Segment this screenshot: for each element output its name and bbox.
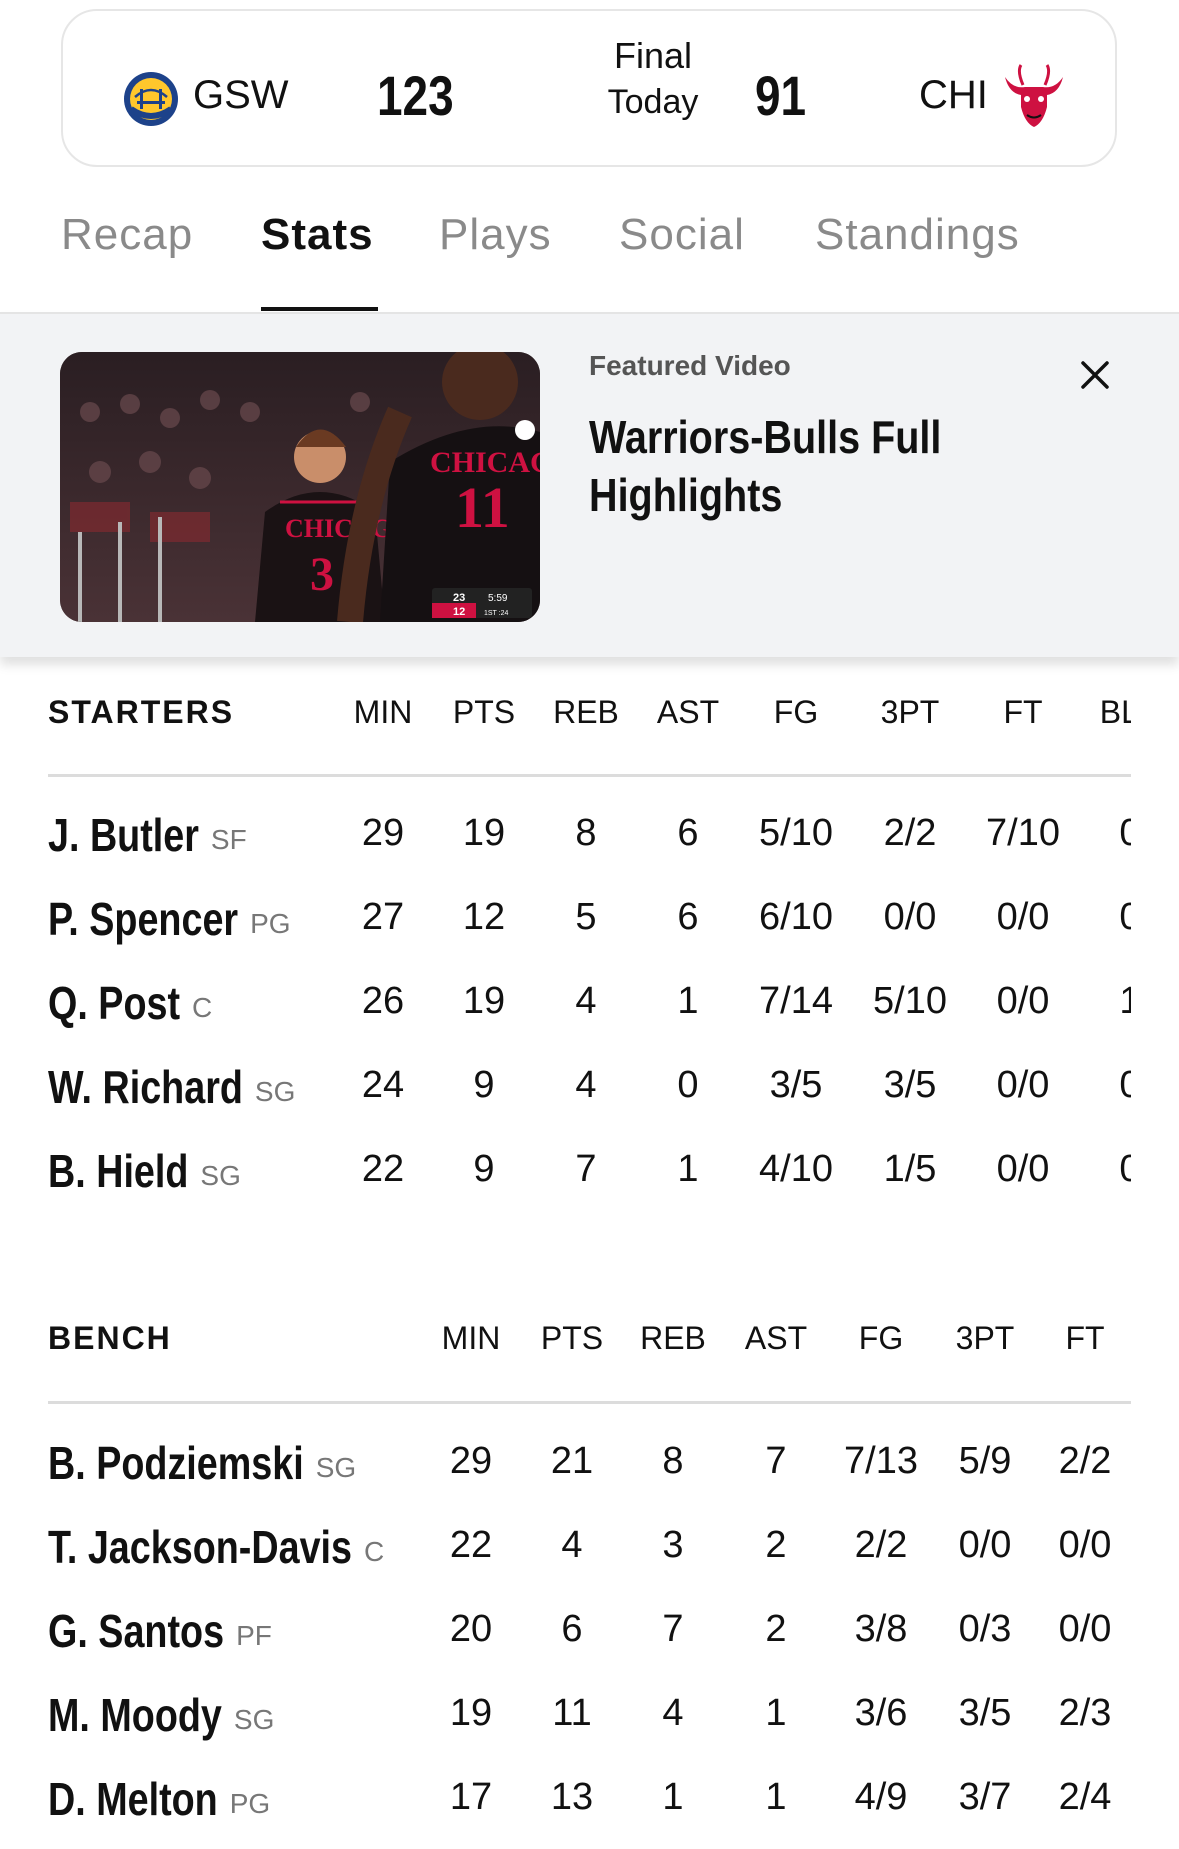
stat-ft: 0/0 <box>996 1064 1050 1106</box>
stat-fg: 3/8 <box>854 1608 908 1650</box>
stat-blk: 0 <box>1119 812 1131 854</box>
stat-ast: 6 <box>677 896 699 938</box>
starters-heading: STARTERS <box>48 694 235 730</box>
stat-fg: 3/6 <box>854 1692 908 1734</box>
stat-blk: 1 <box>1119 980 1131 1022</box>
stat-3pt: 5/10 <box>873 980 947 1022</box>
player-position: SF <box>210 824 247 855</box>
stat-ast: 0 <box>677 1064 699 1106</box>
stat-3pt: 3/5 <box>883 1064 937 1106</box>
stat-reb: 7 <box>662 1608 684 1650</box>
stat-fg: 7/13 <box>844 1440 918 1482</box>
stat-blk: 0 <box>1119 1148 1131 1190</box>
stat-fg: 4/9 <box>854 1776 908 1818</box>
stat-ft: 2/4 <box>1058 1776 1112 1818</box>
player-position: C <box>364 1536 385 1567</box>
starters-divider <box>48 774 1131 777</box>
stat-blk: 0 <box>1119 1064 1131 1106</box>
stat-ast: 1 <box>677 980 699 1022</box>
box-score: STARTERS MINPTSREBASTFG3PTFTBLK J. Butle… <box>0 0 1131 1849</box>
stat-ast: 7 <box>765 1440 787 1482</box>
stat-reb: 4 <box>662 1692 684 1734</box>
bench-col-ft[interactable]: FT <box>1025 1320 1131 1357</box>
starters-col-blk[interactable]: BLK <box>1070 694 1131 731</box>
player-name[interactable]: P. Spencer <box>48 892 238 946</box>
stat-ast: 6 <box>677 812 699 854</box>
stat-ft: 0/0 <box>1058 1524 1112 1566</box>
stat-blk: 0 <box>1119 896 1131 938</box>
stat-3pt: 0/0 <box>883 896 937 938</box>
stat-ft: 2/3 <box>1058 1692 1112 1734</box>
stat-reb: 8 <box>662 1440 684 1482</box>
player-name[interactable]: B. Podziemski <box>48 1436 304 1490</box>
stat-fg: 5/10 <box>759 812 833 854</box>
stat-reb: 1 <box>662 1776 684 1818</box>
stat-ast: 2 <box>765 1608 787 1650</box>
player-position: PF <box>236 1620 272 1651</box>
stat-ft: 2/2 <box>1058 1440 1112 1482</box>
player-name[interactable]: T. Jackson-Davis <box>48 1520 352 1574</box>
stat-fg: 7/14 <box>759 980 833 1022</box>
player-position: PG <box>250 908 291 939</box>
stat-fg: 3/5 <box>769 1064 823 1106</box>
player-name[interactable]: J. Butler <box>48 808 199 862</box>
stat-ast: 2 <box>765 1524 787 1566</box>
stat-3pt: 1/5 <box>883 1148 937 1190</box>
player-name[interactable]: D. Melton <box>48 1772 218 1826</box>
stat-reb: 3 <box>662 1524 684 1566</box>
stat-fg: 4/10 <box>759 1148 833 1190</box>
stat-ast: 1 <box>765 1692 787 1734</box>
player-name[interactable]: B. Hield <box>48 1144 188 1198</box>
stat-ast: 1 <box>677 1148 699 1190</box>
starters-col-3pt[interactable]: 3PT <box>850 694 970 731</box>
stat-ft: 0/0 <box>996 980 1050 1022</box>
player-name[interactable]: G. Santos <box>48 1604 224 1658</box>
stat-3pt: 2/2 <box>883 812 937 854</box>
stat-fg: 2/2 <box>854 1524 908 1566</box>
player-position: PG <box>229 1788 271 1819</box>
player-name[interactable]: M. Moody <box>48 1688 222 1742</box>
player-position: SG <box>233 1704 275 1735</box>
bench-heading: BENCH <box>48 1320 172 1356</box>
stat-fg: 6/10 <box>759 896 833 938</box>
starters-col-fg[interactable]: FG <box>736 694 856 731</box>
bench-col-reb[interactable]: REB <box>613 1320 733 1357</box>
player-position: SG <box>254 1076 296 1107</box>
bench-col-fg[interactable]: FG <box>821 1320 941 1357</box>
player-name[interactable]: W. Richard <box>48 1060 243 1114</box>
player-position: C <box>192 992 213 1023</box>
stat-ast: 1 <box>765 1776 787 1818</box>
stat-ft: 0/0 <box>1058 1608 1112 1650</box>
player-position: SG <box>200 1160 241 1191</box>
stat-ft: 0/0 <box>996 896 1050 938</box>
bench-divider <box>48 1401 1131 1404</box>
player-position: SG <box>315 1452 357 1483</box>
bench-col-ast[interactable]: AST <box>716 1320 836 1357</box>
stat-ft: 0/0 <box>996 1148 1050 1190</box>
starters-col-ast[interactable]: AST <box>628 694 748 731</box>
starters-col-ft[interactable]: FT <box>963 694 1083 731</box>
player-name[interactable]: Q. Post <box>48 976 180 1030</box>
stat-ft: 7/10 <box>986 812 1060 854</box>
